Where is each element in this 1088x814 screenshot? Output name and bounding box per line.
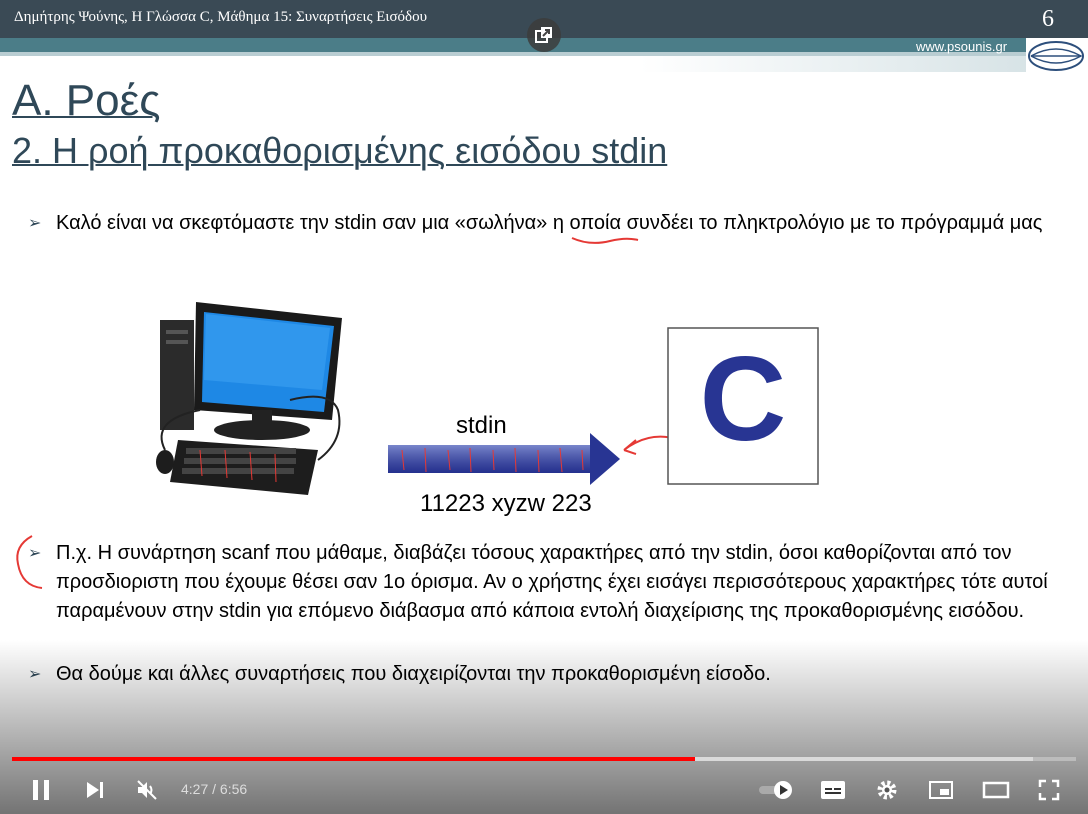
theater-icon: [982, 781, 1010, 799]
bullet-text: Π.χ. Η συνάρτηση scanf που μάθαμε, διαβά…: [56, 542, 1048, 622]
subtitles-button[interactable]: [818, 773, 848, 807]
website-label: www.psounis.gr: [916, 39, 1008, 54]
popout-icon: [535, 27, 552, 43]
mute-icon: [137, 780, 157, 800]
pause-icon: [33, 780, 49, 800]
progress-played: [12, 757, 696, 761]
subtitles-icon: [821, 781, 845, 799]
popout-button[interactable]: [527, 18, 561, 52]
header-accent-strip: [0, 38, 1030, 52]
slide-header-title: Δημήτρης Ψούνης, Η Γλώσσα C, Μάθημα 15: …: [14, 9, 428, 25]
c-program-box: C: [667, 327, 819, 485]
slide-heading: Α. Ροές: [12, 76, 161, 125]
progress-bar[interactable]: [12, 757, 1076, 761]
header-fade: [640, 56, 1030, 72]
handwritten-circle: [16, 535, 43, 589]
arrow-bullet-icon: ➢: [28, 666, 42, 683]
stdin-label: stdin: [456, 412, 507, 439]
next-icon: [87, 782, 103, 798]
psounis-logo-icon: [1026, 38, 1086, 74]
c-letter: C: [700, 332, 787, 466]
bullet-item: ➢ Π.χ. Η συνάρτηση scanf που μάθαμε, δια…: [28, 539, 1078, 626]
autoplay-toggle[interactable]: [756, 773, 796, 807]
theater-mode-button[interactable]: [980, 773, 1012, 807]
gear-icon: [877, 780, 897, 800]
next-button[interactable]: [80, 773, 110, 807]
miniplayer-button[interactable]: [926, 773, 956, 807]
bullet-item: ➢ Καλό είναι να σκεφτόμαστε την stdin σα…: [28, 209, 1078, 238]
miniplayer-icon: [929, 781, 953, 799]
fullscreen-icon: [1038, 779, 1060, 801]
pause-button[interactable]: [26, 773, 56, 807]
bullet-text: Θα δούμε και άλλες συναρτήσεις που διαχε…: [56, 663, 771, 685]
autoplay-toggle-icon: [759, 781, 792, 799]
bullet-text: Καλό είναι να σκεφτόμαστε την stdin σαν …: [56, 212, 1043, 234]
handwritten-underline: [571, 237, 639, 244]
bullet-item: ➢ Θα δούμε και άλλες συναρτήσεις που δια…: [28, 660, 1078, 689]
mute-button[interactable]: [132, 773, 162, 807]
time-display: 4:27 / 6:56: [181, 781, 248, 797]
slide-subheading: 2. Η ροή προκαθορισμένης εισόδου stdin: [12, 130, 668, 171]
computer-icon: [156, 302, 342, 495]
stdin-arrow-icon: [388, 433, 620, 485]
fullscreen-button[interactable]: [1034, 773, 1064, 807]
input-example-label: 11223 xyzw 223: [420, 490, 592, 517]
video-player[interactable]: Δημήτρης Ψούνης, Η Γλώσσα C, Μάθημα 15: …: [0, 0, 1088, 814]
settings-button[interactable]: [872, 773, 902, 807]
arrow-bullet-icon: ➢: [28, 215, 42, 232]
slide-number: 6: [1042, 6, 1054, 32]
